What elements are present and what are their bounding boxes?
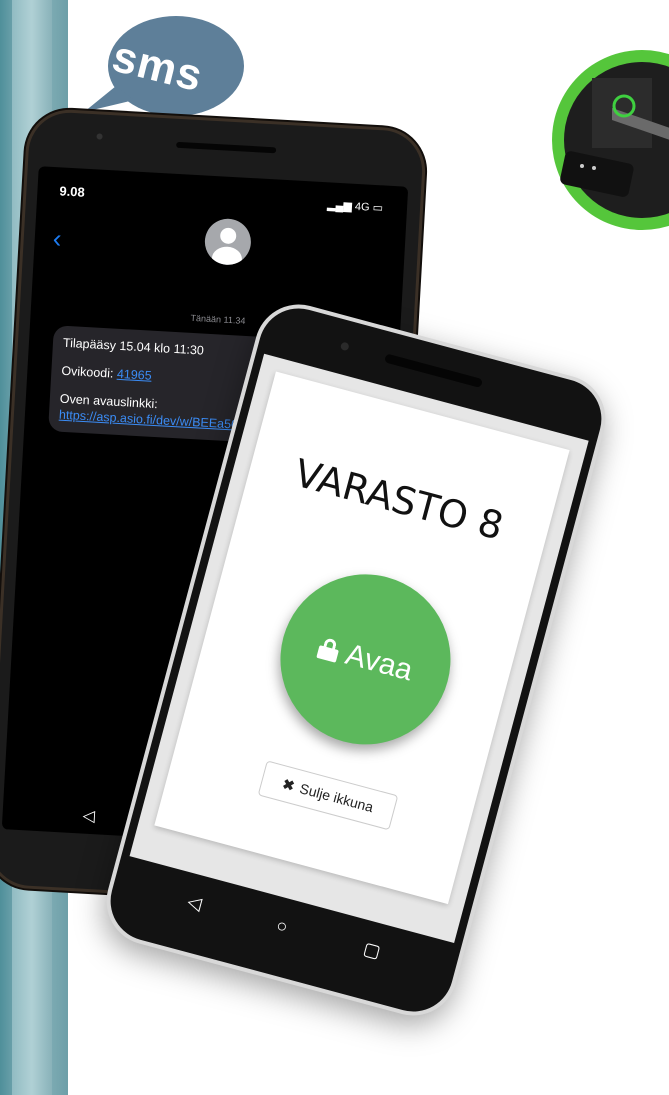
close-icon: ✖ bbox=[281, 775, 297, 794]
open-button[interactable]: Avaa bbox=[261, 555, 470, 764]
storage-title: VARASTO 8 bbox=[289, 450, 508, 549]
status-network: ▂▄▆ 4G ▭ bbox=[326, 199, 384, 215]
door-lock-photo bbox=[552, 50, 669, 230]
door-code-link[interactable]: 41965 bbox=[117, 367, 152, 383]
status-time: 9.08 bbox=[59, 183, 86, 200]
back-chevron-icon[interactable]: ‹ bbox=[52, 223, 62, 254]
contact-avatar[interactable] bbox=[203, 217, 253, 267]
open-button-label: Avaa bbox=[342, 637, 417, 688]
message-date: Tänään 11.34 bbox=[190, 312, 246, 326]
close-window-button[interactable]: ✖ Sulje ikkuna bbox=[257, 760, 399, 831]
lock-icon bbox=[316, 636, 341, 663]
door-code-line: Ovikoodi: 41965 bbox=[61, 363, 153, 383]
open-link-line: Oven avauslinkki: https://asp.asio.fi/de… bbox=[58, 391, 319, 437]
access-time-line: Tilapääsy 15.04 klo 11:30 bbox=[62, 335, 205, 358]
nav-back-icon[interactable]: ◁ bbox=[82, 806, 95, 827]
close-button-label: Sulje ikkuna bbox=[298, 780, 376, 816]
